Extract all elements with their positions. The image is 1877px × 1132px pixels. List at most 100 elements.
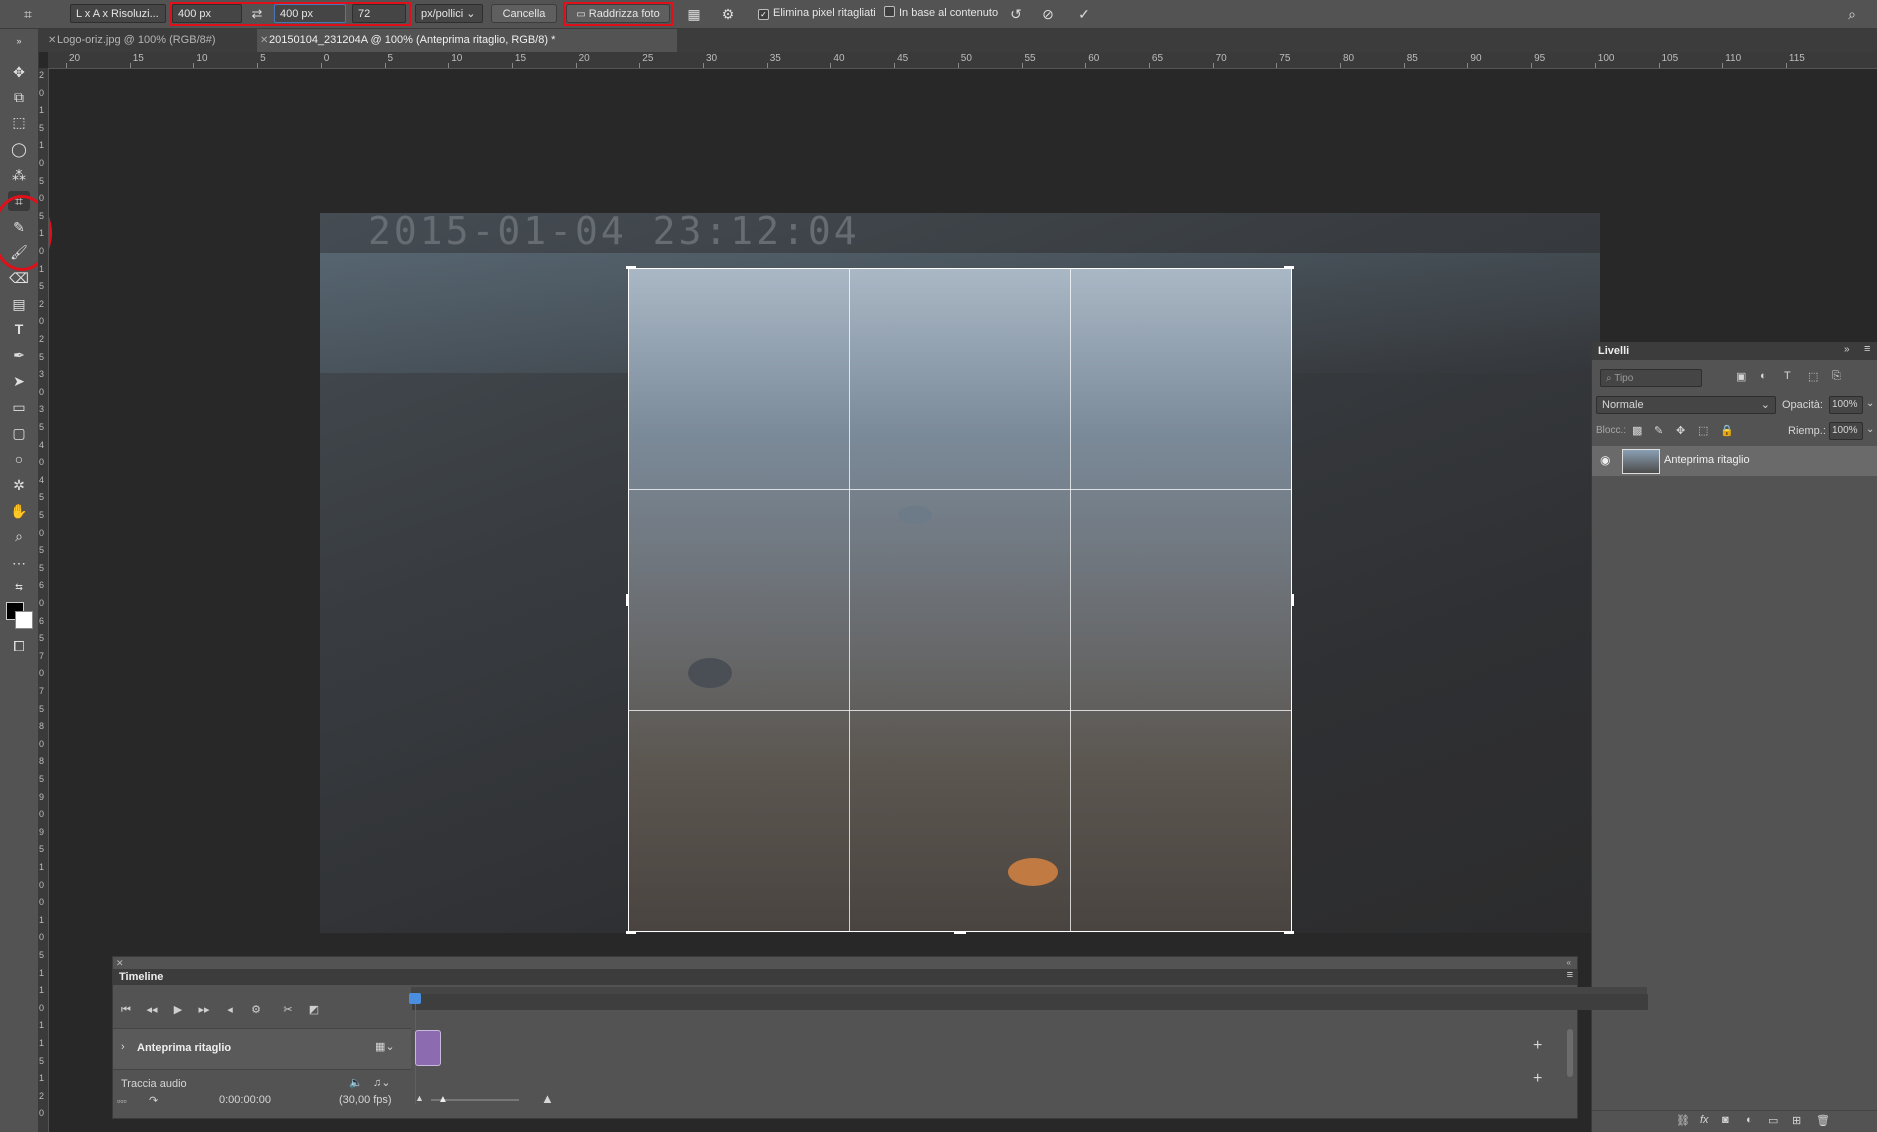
- collapse-icon[interactable]: «: [1567, 958, 1571, 967]
- close-icon[interactable]: ✕: [116, 958, 124, 969]
- crop-handle-left[interactable]: [626, 594, 629, 606]
- link-icon[interactable]: ⛓: [1676, 1114, 1690, 1127]
- crop-tool-icon[interactable]: ⌗: [18, 4, 38, 24]
- play-icon[interactable]: ▶: [169, 1001, 187, 1019]
- zoom-tool-icon[interactable]: ⌕: [8, 526, 30, 546]
- add-audio-icon[interactable]: +: [1533, 1070, 1542, 1088]
- music-note-icon[interactable]: ♫⌄: [373, 1076, 390, 1089]
- render-icon[interactable]: ▫▫▫: [117, 1096, 127, 1106]
- filter-type-icon[interactable]: T: [1784, 370, 1791, 382]
- scrollbar[interactable]: [1567, 1029, 1573, 1077]
- brush-tool-icon[interactable]: 🖌: [8, 242, 30, 262]
- zoom-slider-thumb[interactable]: ▲: [438, 1094, 448, 1105]
- eyedropper-tool-icon[interactable]: ✎: [8, 217, 30, 237]
- collapse-icon[interactable]: »: [1844, 344, 1850, 355]
- crop-handle-right[interactable]: [1291, 594, 1294, 606]
- panel-menu-icon[interactable]: ≡: [1864, 343, 1870, 355]
- layer-row[interactable]: ◉ Anteprima ritaglio: [1592, 446, 1877, 476]
- adjustment-icon[interactable]: ◐: [1746, 1114, 1753, 1126]
- audio-toggle-icon[interactable]: ◂: [221, 1001, 239, 1019]
- screen-mode-icon[interactable]: ⧠: [8, 636, 30, 656]
- close-icon[interactable]: ✕: [48, 29, 56, 52]
- type-tool-icon[interactable]: T: [8, 319, 30, 339]
- video-clip[interactable]: [415, 1030, 441, 1066]
- fx-icon[interactable]: fx: [1700, 1114, 1709, 1126]
- share-icon[interactable]: ↷: [149, 1094, 158, 1107]
- pen-tool-icon[interactable]: ✒: [8, 345, 30, 365]
- artboard-tool-icon[interactable]: ⧉: [8, 87, 30, 107]
- lock-transparent-icon[interactable]: ▩: [1632, 424, 1642, 437]
- work-area-bar[interactable]: [412, 994, 1648, 1010]
- crop-handle-bl[interactable]: [626, 931, 636, 934]
- track-header[interactable]: › Anteprima ritaglio ▦⌄: [113, 1028, 411, 1070]
- cancel-button[interactable]: Cancella: [491, 4, 557, 23]
- lock-position-icon[interactable]: ✥: [1676, 424, 1685, 437]
- background-color-swatch[interactable]: [15, 611, 33, 629]
- eraser-tool-icon[interactable]: ⌫: [8, 268, 30, 288]
- eye-icon[interactable]: ◉: [1600, 453, 1610, 467]
- rounded-rect-tool-icon[interactable]: ▢: [8, 423, 30, 443]
- crop-handle-tl[interactable]: [626, 266, 636, 269]
- marquee-tool-icon[interactable]: ⬚: [8, 112, 30, 132]
- commit-icon[interactable]: ✓: [1074, 4, 1094, 24]
- lock-artboard-icon[interactable]: ⬚: [1698, 424, 1708, 437]
- tab-active-document[interactable]: ✕ 20150104_231204A @ 100% (Anteprima rit…: [257, 29, 677, 52]
- chevron-down-icon[interactable]: ⌄: [1866, 424, 1874, 435]
- filter-smart-icon[interactable]: ⎘: [1832, 370, 1841, 383]
- crop-handle-tr[interactable]: [1284, 266, 1294, 269]
- magic-wand-tool-icon[interactable]: ⁂: [8, 165, 30, 185]
- gear-icon[interactable]: ⚙: [247, 1001, 265, 1019]
- scissors-icon[interactable]: ✂: [279, 1001, 297, 1019]
- filter-image-icon[interactable]: ▣: [1736, 370, 1746, 383]
- add-media-icon[interactable]: +: [1533, 1037, 1542, 1055]
- lock-pixels-icon[interactable]: ✎: [1654, 424, 1663, 437]
- layer-search-input[interactable]: ⌕ Tipo: [1600, 369, 1702, 387]
- folder-icon[interactable]: ▭: [1768, 1114, 1778, 1127]
- filter-adjustment-icon[interactable]: ◐: [1760, 370, 1767, 382]
- mask-icon[interactable]: ◙: [1722, 1114, 1729, 1126]
- panel-menu-icon[interactable]: ≡: [1567, 969, 1573, 981]
- next-frame-icon[interactable]: ▸▸: [195, 1001, 213, 1019]
- trash-icon[interactable]: 🗑: [1816, 1114, 1830, 1127]
- delete-cropped-checkbox[interactable]: ✓ Elimina pixel ritagliati: [758, 4, 876, 23]
- more-tools-icon[interactable]: ⋯: [8, 553, 30, 573]
- tab-logo[interactable]: ✕ Logo-oriz.jpg @ 100% (RGB/8#): [45, 29, 265, 52]
- custom-shape-tool-icon[interactable]: ✲: [8, 475, 30, 495]
- content-aware-checkbox[interactable]: In base al contenuto: [884, 4, 998, 23]
- hand-tool-icon[interactable]: ✋: [8, 501, 30, 521]
- lock-all-icon[interactable]: 🔒: [1720, 424, 1734, 437]
- move-tool-icon[interactable]: ✥: [8, 62, 30, 82]
- playhead-icon[interactable]: [409, 993, 421, 1004]
- prev-frame-icon[interactable]: ◂◂: [143, 1001, 161, 1019]
- first-frame-icon[interactable]: ⏮: [117, 1001, 135, 1019]
- crop-area[interactable]: [626, 266, 1294, 934]
- blend-mode-select[interactable]: Normale ⌄: [1596, 396, 1776, 414]
- opacity-input[interactable]: 100%: [1829, 396, 1863, 414]
- collapse-icon[interactable]: »: [8, 31, 30, 51]
- transition-icon[interactable]: ◩: [305, 1001, 323, 1019]
- unit-select[interactable]: px/pollici ⌄: [415, 4, 483, 23]
- chevron-right-icon[interactable]: ›: [121, 1041, 125, 1053]
- chevron-down-icon[interactable]: ⌄: [1866, 398, 1874, 409]
- close-icon[interactable]: ✕: [260, 29, 268, 52]
- lasso-tool-icon[interactable]: ◯: [8, 139, 30, 159]
- path-selection-tool-icon[interactable]: ➤: [8, 371, 30, 391]
- fill-input[interactable]: 100%: [1829, 422, 1863, 440]
- grid-overlay-icon[interactable]: ▦: [684, 4, 704, 24]
- new-layer-icon[interactable]: ⊞: [1792, 1114, 1801, 1127]
- speaker-icon[interactable]: 🔈: [349, 1076, 363, 1089]
- zoom-out-icon[interactable]: ▲: [415, 1093, 424, 1103]
- crop-handle-bottom[interactable]: [954, 931, 966, 934]
- zoom-in-icon[interactable]: ▲: [541, 1091, 554, 1106]
- swap-colors-icon[interactable]: ⇆: [8, 577, 30, 597]
- crop-handle-br[interactable]: [1284, 931, 1294, 934]
- crop-preset-select[interactable]: L x A x Risoluzi... ⌄: [70, 4, 166, 39]
- filter-shape-icon[interactable]: ⬚: [1808, 370, 1818, 383]
- gradient-tool-icon[interactable]: ▤: [8, 294, 30, 314]
- rectangle-tool-icon[interactable]: ▭: [8, 397, 30, 417]
- reset-icon[interactable]: ↺: [1006, 4, 1026, 24]
- ellipse-tool-icon[interactable]: ○: [8, 449, 30, 469]
- search-icon[interactable]: ⌕: [1842, 4, 1862, 24]
- gear-icon[interactable]: ⚙: [718, 4, 738, 24]
- cancel-crop-icon[interactable]: ⊘: [1038, 4, 1058, 24]
